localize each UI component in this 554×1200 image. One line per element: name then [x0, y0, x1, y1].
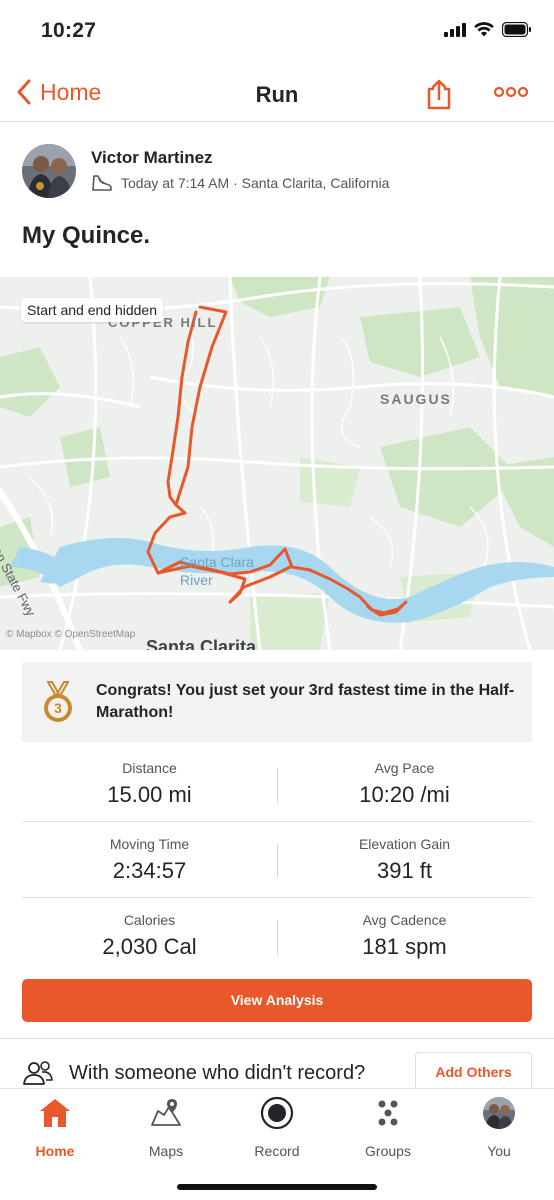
stat-label: Elevation Gain [358, 836, 451, 852]
stat-value: 2:34:57 [112, 858, 187, 883]
map-label-saugus: SAUGUS [380, 391, 452, 407]
stat-elevation-gain: Elevation Gain 391 ft [277, 822, 532, 898]
stat-moving-time: Moving Time 2:34:57 [22, 822, 277, 898]
tab-maps[interactable]: Maps [111, 1097, 221, 1159]
tab-home[interactable]: Home [0, 1097, 110, 1159]
achievement-card[interactable]: 3 Congrats! You just set your 3rd fastes… [22, 662, 532, 742]
medal-rank: 3 [54, 700, 62, 716]
map-label-river: Santa Clara River [180, 554, 254, 588]
medal-icon: 3 [40, 680, 76, 729]
people-icon [22, 1060, 54, 1091]
home-indicator [177, 1184, 377, 1190]
divider [0, 1038, 554, 1039]
athlete-header: Victor Martinez Today at 7:14 AM · Santa… [22, 144, 542, 200]
avatar[interactable] [22, 144, 76, 198]
stat-label: Moving Time [109, 836, 190, 852]
more-button[interactable] [493, 85, 529, 104]
tab-you[interactable]: You [444, 1097, 554, 1159]
stat-label: Avg Pace [374, 760, 435, 776]
stat-row: Calories 2,030 Cal Avg Cadence 181 spm [22, 898, 532, 974]
tab-label: Groups [365, 1143, 411, 1159]
stats-grid: Distance 15.00 mi Avg Pace 10:20 /mi Mov… [22, 746, 532, 974]
stat-avg-cadence: Avg Cadence 181 spm [277, 898, 532, 974]
map-canvas [0, 277, 554, 650]
signal-icon [444, 22, 466, 37]
stat-distance: Distance 15.00 mi [22, 746, 277, 822]
share-icon [427, 79, 451, 110]
tab-label: Record [254, 1143, 300, 1159]
battery-icon [502, 22, 531, 37]
map-icon [151, 1099, 181, 1126]
tab-label: You [487, 1143, 511, 1159]
achievement-text: Congrats! You just set your 3rd fastest … [96, 682, 515, 721]
activity-meta: Today at 7:14 AM · Santa Clarita, Califo… [91, 174, 389, 192]
activity-meta-text: Today at 7:14 AM · Santa Clarita, Califo… [121, 175, 390, 191]
stat-value: 181 spm [362, 934, 447, 959]
home-icon [40, 1099, 70, 1127]
stat-value: 10:20 /mi [359, 782, 450, 807]
add-others-prompt: With someone who didn't record? [69, 1062, 366, 1084]
tab-label: Home [35, 1143, 75, 1159]
tab-record[interactable]: Record [222, 1096, 332, 1159]
stat-avg-pace: Avg Pace 10:20 /mi [277, 746, 532, 822]
record-icon [260, 1096, 294, 1130]
tab-label: Maps [148, 1143, 184, 1159]
map-attribution[interactable]: © Mapbox © OpenStreetMap [6, 629, 135, 640]
stat-label: Calories [123, 912, 176, 928]
more-icon [493, 86, 529, 98]
nav-bar: Home Run [0, 66, 554, 122]
add-others-button[interactable]: Add Others [415, 1052, 532, 1092]
map-label-city: Santa Clarita [146, 637, 257, 650]
stat-calories: Calories 2,030 Cal [22, 898, 277, 974]
stat-value: 391 ft [376, 858, 433, 883]
groups-icon [378, 1100, 398, 1126]
stat-row: Distance 15.00 mi Avg Pace 10:20 /mi [22, 746, 532, 822]
shoe-icon [92, 175, 112, 191]
stat-label: Avg Cadence [362, 912, 447, 928]
stat-value: 2,030 Cal [102, 934, 197, 959]
route-map[interactable]: COPPER HILL SAUGUS Santa Clara River Gol… [0, 277, 554, 650]
status-icons [444, 22, 532, 37]
share-button[interactable] [426, 78, 452, 115]
privacy-badge: Start and end hidden [21, 298, 163, 322]
tab-bar: Home Maps Record Groups You [0, 1088, 554, 1200]
status-time: 10:27 [41, 19, 97, 42]
avatar [483, 1097, 515, 1129]
tab-groups[interactable]: Groups [333, 1097, 443, 1159]
view-analysis-button[interactable]: View Analysis [22, 979, 532, 1022]
athlete-name[interactable]: Victor Martinez [91, 148, 213, 168]
stat-value: 15.00 mi [107, 782, 192, 807]
status-bar: 10:27 [0, 0, 554, 66]
wifi-icon [474, 22, 494, 37]
page-title: Run [255, 82, 299, 107]
stat-label: Distance [122, 760, 177, 776]
activity-title: My Quince. [22, 222, 151, 249]
stat-row: Moving Time 2:34:57 Elevation Gain 391 f… [22, 822, 532, 898]
add-others-row: With someone who didn't record? Add Othe… [22, 1052, 532, 1092]
